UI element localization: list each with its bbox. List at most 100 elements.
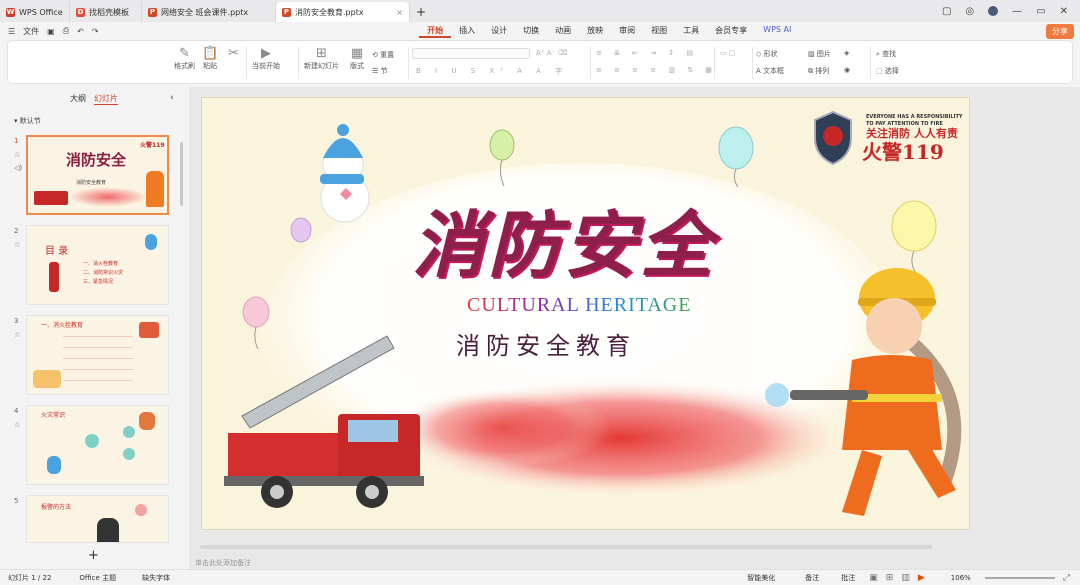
thumb-title: 一、消火栓教育 bbox=[41, 322, 84, 329]
window-layout-icon[interactable]: ▢ bbox=[942, 6, 951, 17]
slide-thumb-2[interactable]: 目 录 一、消火栓教育 二、消防常识火灾 三、紧急情况 bbox=[26, 225, 169, 305]
thumb-title: 火灾常识 bbox=[41, 412, 66, 419]
wps-ai-button[interactable]: WPS AI bbox=[755, 25, 799, 38]
normal-view-icon[interactable]: ▣ bbox=[869, 573, 878, 583]
reset-button[interactable]: ⟲ 重置 bbox=[372, 50, 394, 60]
thumb-number: 2 bbox=[14, 227, 19, 235]
notes-placeholder[interactable]: 单击此处添加备注 bbox=[195, 558, 251, 568]
slide-thumb-1[interactable]: 消防安全 消防安全教育 火警119 bbox=[26, 135, 169, 215]
pptx-icon: P bbox=[148, 7, 157, 17]
print-icon[interactable]: ⎙ bbox=[63, 26, 69, 36]
label: 选择 bbox=[884, 67, 899, 75]
slides-tab[interactable]: 幻灯片 bbox=[94, 93, 118, 105]
font-style-buttons[interactable]: B I U S X² A A 字 bbox=[416, 66, 568, 76]
label: 缺失字体 bbox=[142, 573, 171, 582]
window-tab-bar: W WPS Office D 找稻壳模板 P 网络安全 班会课件.pptx P … bbox=[0, 0, 1080, 22]
thumb-title: 目 录 bbox=[45, 246, 69, 257]
minimize-icon[interactable]: — bbox=[1012, 6, 1022, 17]
menu-icon[interactable]: ☰ bbox=[8, 27, 15, 36]
notes-button[interactable]: 备注 bbox=[797, 573, 819, 583]
docer-icon: D bbox=[76, 7, 85, 17]
slideshow-icon[interactable]: ▶ bbox=[918, 573, 925, 583]
tab-home[interactable]: 开始 bbox=[419, 25, 452, 38]
textbox-fill[interactable]: ▭ ▢ bbox=[720, 49, 735, 57]
avatar[interactable] bbox=[988, 6, 999, 16]
font-family-select[interactable] bbox=[412, 48, 530, 59]
flame-image bbox=[68, 187, 148, 207]
new-tab-button[interactable]: + bbox=[410, 2, 432, 22]
tab-tools[interactable]: 工具 bbox=[675, 25, 707, 38]
thumb-sub: 消防安全教育 bbox=[76, 180, 107, 186]
mascot-image bbox=[47, 456, 61, 474]
collapse-pane-icon[interactable]: ‹ bbox=[170, 93, 174, 103]
thumb-number: 4 bbox=[14, 407, 19, 415]
shape-button[interactable]: ◇ 形状 bbox=[756, 49, 778, 59]
snowman-mascot bbox=[320, 124, 370, 223]
layout-icon: ▦ bbox=[350, 46, 364, 61]
slide-thumb-5[interactable]: 报警的方法 bbox=[26, 495, 169, 543]
arrange-button[interactable]: ⧉ 排列 bbox=[808, 66, 829, 76]
comments-button[interactable]: 批注 bbox=[833, 573, 855, 583]
outline-tab[interactable]: 大纲 bbox=[70, 93, 86, 105]
circle-node bbox=[123, 448, 135, 460]
tab-insert[interactable]: 插入 bbox=[451, 25, 483, 38]
file-menu[interactable]: 文件 bbox=[23, 26, 39, 37]
cut-button[interactable]: ✂ bbox=[228, 47, 239, 61]
label: 重置 bbox=[380, 51, 395, 59]
font-size-controls[interactable]: A⁺ A⁻ ⌫ bbox=[536, 49, 567, 57]
outline-button[interactable]: ◉ bbox=[844, 66, 850, 74]
fit-window-icon[interactable]: ⤢ bbox=[1063, 573, 1070, 583]
layout-button[interactable]: ▦ 版式 bbox=[350, 47, 364, 71]
align-buttons[interactable]: ≡ ≡ ≡ ≡ ▥ ⇅ ▦ bbox=[596, 66, 717, 74]
tab-review[interactable]: 审阅 bbox=[611, 25, 643, 38]
textbox-button[interactable]: A 文本框 bbox=[756, 66, 784, 76]
tab-animation[interactable]: 动画 bbox=[547, 25, 579, 38]
add-slide-button[interactable]: + bbox=[88, 548, 99, 563]
section-default[interactable]: ▾ 默认节 bbox=[14, 116, 41, 126]
main-slide[interactable]: EVERYONE HAS A RESPONSIBILITY TO PAY ATT… bbox=[201, 97, 970, 530]
fill-button[interactable]: ◈ bbox=[844, 49, 849, 57]
format-painter-button[interactable]: ✎ 格式刷 bbox=[174, 47, 195, 71]
settings-icon[interactable]: ◎ bbox=[965, 6, 974, 17]
thumb-number: 5 bbox=[14, 497, 19, 505]
paragraph-buttons[interactable]: ≡ ≣ ⇤ ⇥ ↕ ▤ bbox=[596, 49, 698, 57]
tab-transition[interactable]: 切换 bbox=[515, 25, 547, 38]
horizontal-scrollbar[interactable] bbox=[200, 545, 932, 549]
maximize-icon[interactable]: ▭ bbox=[1036, 6, 1045, 17]
play-from-current-button[interactable]: ▶ 当前开始 bbox=[252, 47, 280, 71]
thumb-scrollbar[interactable] bbox=[180, 142, 183, 206]
section-button[interactable]: ☰ 节 bbox=[372, 66, 388, 76]
tab-label: 找稻壳模板 bbox=[89, 7, 129, 17]
tab-design[interactable]: 设计 bbox=[483, 25, 515, 38]
new-slide-button[interactable]: ⊞ 新建幻灯片 bbox=[304, 47, 339, 71]
find-button[interactable]: ⌕ 查找 bbox=[876, 49, 896, 59]
beautify-button[interactable]: 智能美化 bbox=[739, 573, 775, 583]
slide-thumb-3[interactable]: 一、消火栓教育 bbox=[26, 315, 169, 395]
share-button[interactable]: 分享 bbox=[1046, 24, 1074, 39]
tab-template[interactable]: D 找稻壳模板 bbox=[70, 2, 142, 22]
close-tab-icon[interactable]: × bbox=[396, 8, 403, 17]
paste-button[interactable]: 📋 粘贴 bbox=[202, 47, 218, 71]
zoom-slider[interactable] bbox=[984, 576, 1055, 579]
slide-thumb-4[interactable]: 火灾常识 bbox=[26, 405, 169, 485]
tab-member[interactable]: 会员专享 bbox=[707, 25, 755, 38]
missing-font[interactable]: 缺失字体 bbox=[134, 573, 170, 583]
tab-label: 网络安全 班会课件.pptx bbox=[161, 7, 249, 17]
tab-wps-office[interactable]: W WPS Office bbox=[0, 2, 70, 22]
tab-fire-safety[interactable]: P 消防安全教育.pptx × bbox=[276, 2, 410, 22]
label: 形状 bbox=[763, 50, 778, 58]
save-icon[interactable]: ▣ bbox=[47, 27, 55, 36]
zoom-level[interactable]: 106% bbox=[951, 574, 971, 582]
theme-name[interactable]: Office 主题 bbox=[71, 573, 116, 583]
select-button[interactable]: ⬚ 选择 bbox=[876, 66, 899, 76]
tab-network-safety[interactable]: P 网络安全 班会课件.pptx bbox=[142, 2, 276, 22]
tab-view[interactable]: 视图 bbox=[643, 25, 675, 38]
label: 文本框 bbox=[763, 67, 785, 75]
undo-icon[interactable]: ↶ bbox=[77, 27, 84, 36]
reading-view-icon[interactable]: ▥ bbox=[901, 573, 910, 583]
redo-icon[interactable]: ↷ bbox=[92, 27, 99, 36]
sorter-view-icon[interactable]: ⊞ bbox=[886, 573, 894, 583]
tab-slideshow[interactable]: 放映 bbox=[579, 25, 611, 38]
picture-button[interactable]: ▨ 图片 bbox=[808, 49, 831, 59]
close-window-icon[interactable]: ✕ bbox=[1060, 6, 1068, 17]
